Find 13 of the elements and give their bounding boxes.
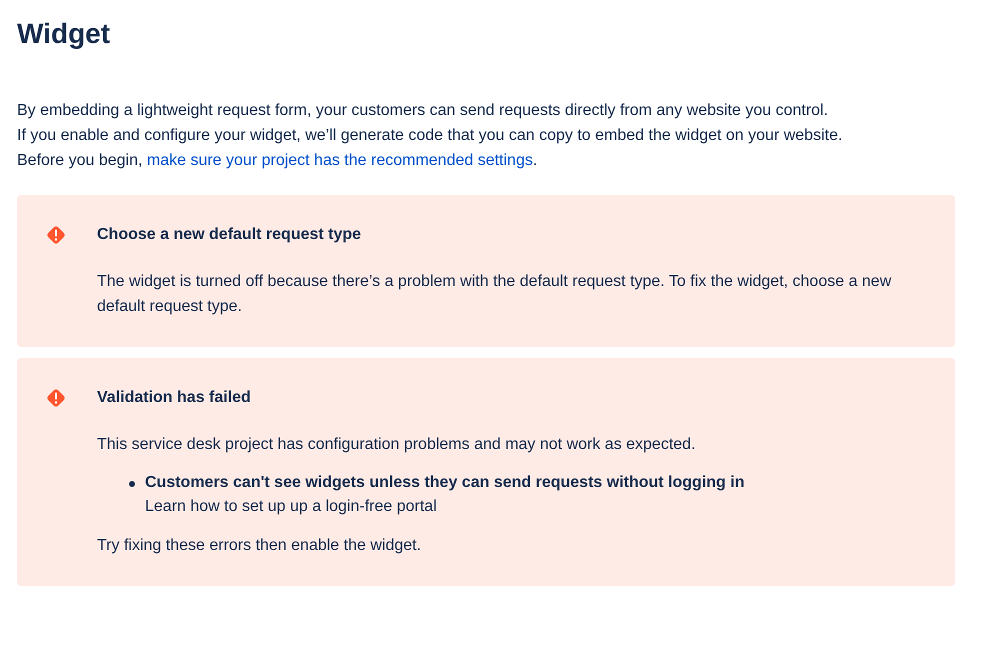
message-title: Validation has failed (97, 388, 252, 408)
problem-detail: Learn how to set up up a login-free portal (145, 497, 438, 517)
intro-text: By embedding a lightweight request form, your customers can send requests directly from any website you control. (17, 101, 830, 121)
message-text: The widget is turned off because there’s a problem with the default request type. To fix the widget, choose a new default request type. (97, 272, 892, 317)
message-text: Try fixing these errors then enable the widget. (97, 536, 422, 556)
page-title: Widget (17, 17, 112, 51)
message-text: This service desk project has configuration problems and may not work as expected. (97, 435, 697, 455)
message-title: Choose a new default request type (97, 225, 362, 245)
bullet-icon (129, 481, 135, 487)
problem-title: Customers can't see widgets unless they can send requests without logging in (145, 473, 744, 493)
intro-text: Before you begin, make sure your project has the recommended settings. (17, 151, 538, 171)
settings-link[interactable]: make sure your project has the recommended settings (146, 152, 533, 169)
intro-text: If you enable and configure your widget, we’ll generate code that you can copy to embed the widget on your website. (17, 126, 844, 146)
